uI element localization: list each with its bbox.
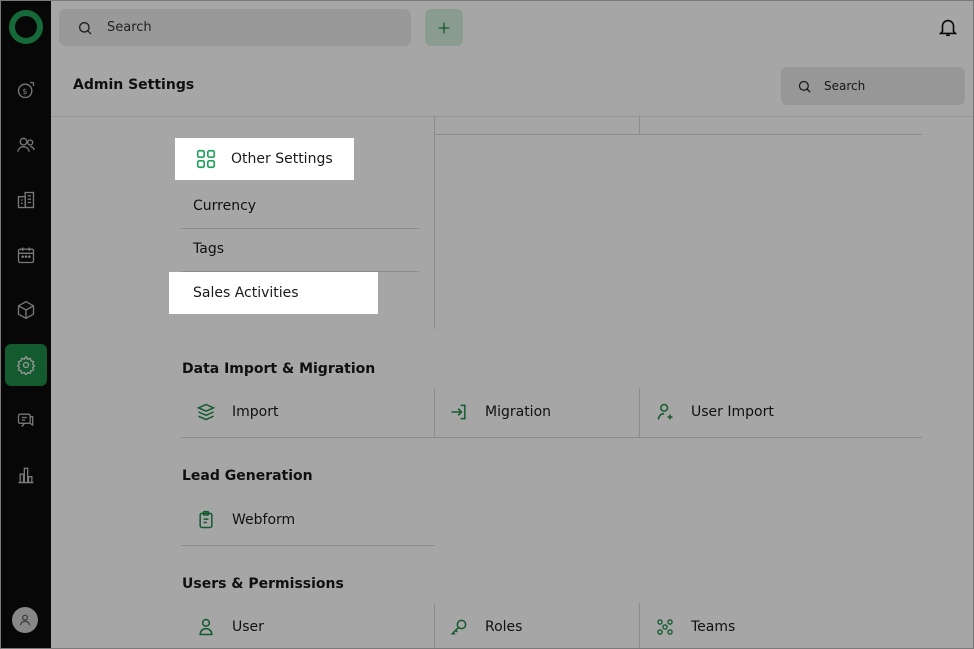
divider [639,117,640,135]
dollar-icon: $ [17,81,35,99]
tile-teams[interactable]: Teams [655,617,735,637]
avatar[interactable] [12,607,38,633]
rail-item-calendar[interactable] [5,234,47,276]
rail-item-products[interactable] [5,289,47,331]
clipboard-icon [199,510,213,529]
chart-icon [18,467,34,484]
tile-roles[interactable]: Roles [449,617,522,637]
page-header: Admin Settings Search [51,55,973,117]
rail-item-settings[interactable] [5,344,47,386]
global-search-placeholder: Search [107,20,152,35]
team-icon [657,619,673,635]
divider [639,603,640,648]
key-icon [450,619,467,636]
tile-migration-label: Migration [485,404,552,420]
search-icon [798,80,811,93]
divider [434,603,435,648]
global-search[interactable]: Search [59,9,411,46]
box-icon [17,300,35,320]
divider [434,388,435,438]
section-title-lead-generation: Lead Generation [182,468,313,484]
tile-webform[interactable]: Webform [196,510,295,530]
divider [181,437,922,438]
contacts-icon [17,137,35,152]
chat-icon [17,413,34,428]
svg-text:$: $ [22,86,27,96]
menu-item-tags[interactable]: Tags [193,241,224,257]
user-avatar-icon [19,614,31,626]
rail-item-contacts[interactable] [5,124,47,166]
tile-migration[interactable]: Migration [449,402,551,422]
buildings-icon [17,191,35,209]
settings-search[interactable]: Search [781,67,965,105]
tile-import[interactable]: Import [196,402,278,422]
section-title-users-permissions: Users & Permissions [182,576,344,592]
grid-icon [196,149,216,169]
app-logo[interactable] [9,10,43,44]
settings-search-placeholder: Search [824,79,866,93]
calendar-icon [17,247,35,264]
menu-item-other-settings[interactable]: Other Settings [175,138,354,180]
divider [434,117,435,329]
divider [434,134,922,135]
tile-user[interactable]: User [196,617,264,637]
tile-user-import-label: User Import [691,404,774,420]
sign-in-icon [451,404,466,420]
bell-icon[interactable] [937,16,959,38]
user-icon [199,618,213,636]
user-add-icon [657,403,673,420]
layers-icon [196,403,216,421]
menu-item-other-settings-label: Other Settings [231,151,333,167]
menu-item-sales-activities[interactable]: Sales Activities [169,272,378,314]
tile-teams-label: Teams [691,619,736,635]
add-button[interactable] [425,9,463,46]
rail-item-messages[interactable] [5,399,47,441]
tile-import-label: Import [232,404,279,420]
menu-item-currency[interactable]: Currency [193,198,256,214]
divider [181,228,419,229]
tile-webform-label: Webform [232,512,296,528]
tile-user-import[interactable]: User Import [655,402,774,422]
top-bar: Search [51,1,973,55]
plus-icon [438,22,450,33]
rail-item-accounts[interactable] [5,179,47,221]
divider [181,545,435,546]
menu-item-sales-activities-label: Sales Activities [193,285,299,301]
tile-roles-label: Roles [485,619,523,635]
section-title-data-import: Data Import & Migration [182,361,376,377]
app-window: $ Search Admin Settings Search Currency … [0,0,974,649]
divider [639,388,640,438]
left-rail: $ [1,1,51,648]
tile-user-label: User [232,619,264,635]
page-title: Admin Settings [73,77,195,93]
rail-item-reports[interactable] [5,454,47,496]
gear-icon [16,355,36,375]
rail-item-deals[interactable]: $ [5,69,47,111]
search-icon [79,21,92,34]
